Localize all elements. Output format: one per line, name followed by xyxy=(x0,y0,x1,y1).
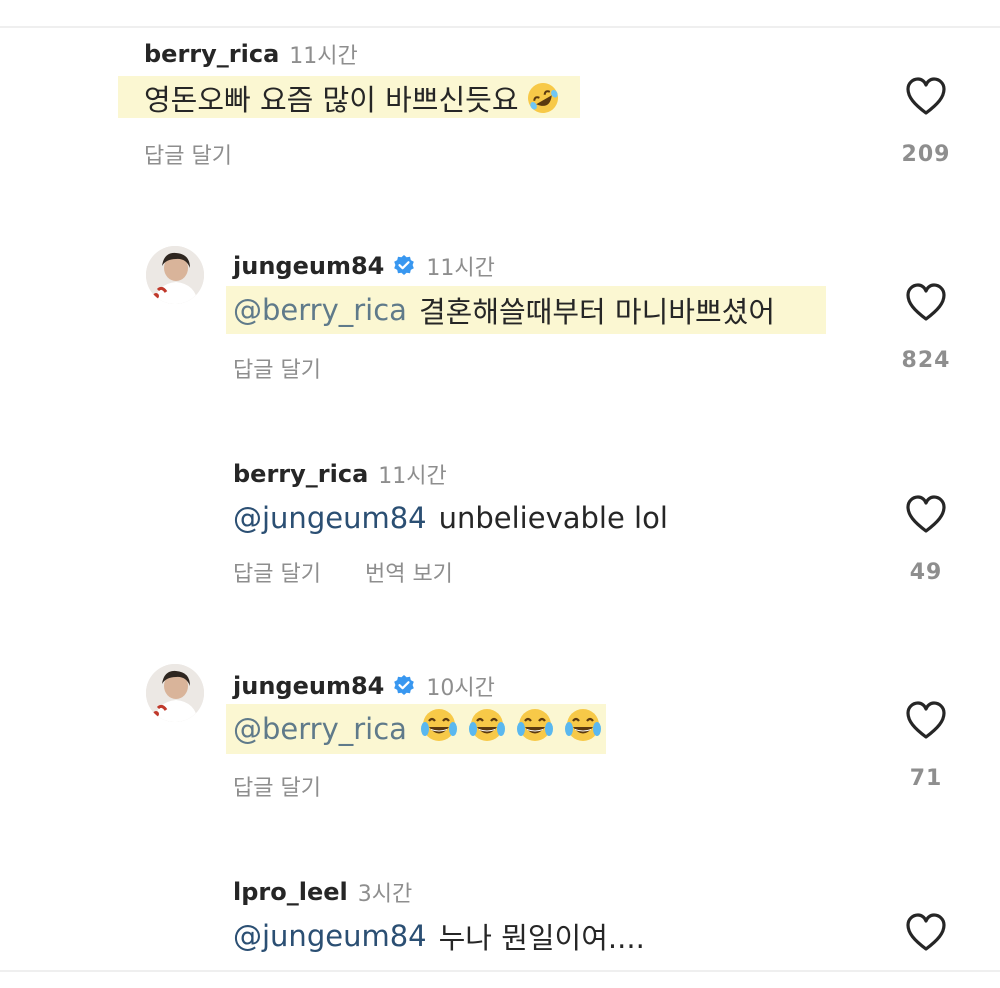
reply-button[interactable]: 답글 달기 xyxy=(233,556,321,588)
mention-link[interactable]: @jungeum84 xyxy=(233,501,427,535)
like-count: 71 xyxy=(909,766,943,791)
emoji-group xyxy=(419,707,603,752)
comment-text: @jungeum84 unbelievable lol xyxy=(233,498,668,538)
bottom-divider xyxy=(0,970,1000,972)
like-count: 49 xyxy=(909,560,943,585)
translate-button[interactable]: 번역 보기 xyxy=(365,556,453,588)
like-button[interactable] xyxy=(904,282,948,322)
comment-body: 결혼해쓸때부터 마니바쁘셨어 xyxy=(418,295,776,329)
comment-header: jungeum84 10시간 xyxy=(233,670,495,702)
username[interactable]: berry_rica xyxy=(233,460,368,488)
comment-text: @jungeum84 누나 뭔일이여.... xyxy=(233,916,645,956)
comment-actions: 답글 달기 번역 보기 xyxy=(233,556,453,588)
username[interactable]: berry_rica xyxy=(144,40,279,68)
heart-outline-icon xyxy=(904,282,948,322)
heart-outline-icon xyxy=(904,76,948,116)
comments-screen: berry_rica 11시간 영돈오빠 요즘 많이 바쁘신듯요 답글 달기 2… xyxy=(0,0,1000,988)
verified-badge-icon xyxy=(392,254,416,278)
timestamp: 3시간 xyxy=(357,882,413,907)
avatar[interactable] xyxy=(146,246,204,304)
comment-actions: 답글 달기 xyxy=(233,352,321,384)
comment-text: @berry_rica xyxy=(233,708,603,750)
face-with-tears-of-joy-emoji xyxy=(515,707,555,752)
comment-actions: 답글 달기 xyxy=(233,770,321,802)
comment-header: jungeum84 11시간 xyxy=(233,250,495,282)
avatar[interactable] xyxy=(146,664,204,722)
like-button[interactable] xyxy=(904,494,948,534)
like-button[interactable] xyxy=(904,912,948,952)
reply-button[interactable]: 답글 달기 xyxy=(233,770,321,802)
timestamp: 10시간 xyxy=(426,676,495,701)
like-button[interactable] xyxy=(904,76,948,116)
verified-badge-icon xyxy=(392,674,416,698)
top-divider xyxy=(0,26,1000,28)
heart-outline-icon xyxy=(904,912,948,952)
face-with-tears-of-joy-emoji xyxy=(563,707,603,752)
rolling-on-floor-laughing-emoji xyxy=(525,80,561,116)
comment-text: 영돈오빠 요즘 많이 바쁘신듯요 xyxy=(144,78,561,118)
like-button[interactable] xyxy=(904,700,948,740)
reply-button[interactable]: 답글 달기 xyxy=(144,138,232,170)
mention-link[interactable]: @jungeum84 xyxy=(233,919,427,953)
heart-outline-icon xyxy=(904,494,948,534)
comment-header: lpro_leel 3시간 xyxy=(233,876,412,908)
mention-link[interactable]: @berry_rica xyxy=(233,293,407,327)
username[interactable]: jungeum84 xyxy=(233,252,384,280)
username[interactable]: lpro_leel xyxy=(233,878,348,906)
username[interactable]: jungeum84 xyxy=(233,672,384,700)
comment-actions: 답글 달기 xyxy=(144,138,232,170)
reply-button[interactable]: 답글 달기 xyxy=(233,352,321,384)
timestamp: 11시간 xyxy=(378,464,447,489)
face-with-tears-of-joy-emoji xyxy=(419,707,459,752)
timestamp: 11시간 xyxy=(426,256,495,281)
like-count: 824 xyxy=(901,348,951,373)
comment-body: 영돈오빠 요즘 많이 바쁘신듯요 xyxy=(144,83,519,117)
heart-outline-icon xyxy=(904,700,948,740)
mention-link[interactable]: @berry_rica xyxy=(233,712,407,746)
like-count: 209 xyxy=(901,142,951,167)
comment-body: unbelievable lol xyxy=(438,501,668,535)
comment-text: @berry_rica 결혼해쓸때부터 마니바쁘셨어 xyxy=(233,290,775,330)
face-with-tears-of-joy-emoji xyxy=(467,707,507,752)
comment-body: 누나 뭔일이여.... xyxy=(438,921,645,955)
comment-header: berry_rica 11시간 xyxy=(233,458,447,490)
comment-header: berry_rica 11시간 xyxy=(144,38,358,70)
timestamp: 11시간 xyxy=(289,44,358,69)
